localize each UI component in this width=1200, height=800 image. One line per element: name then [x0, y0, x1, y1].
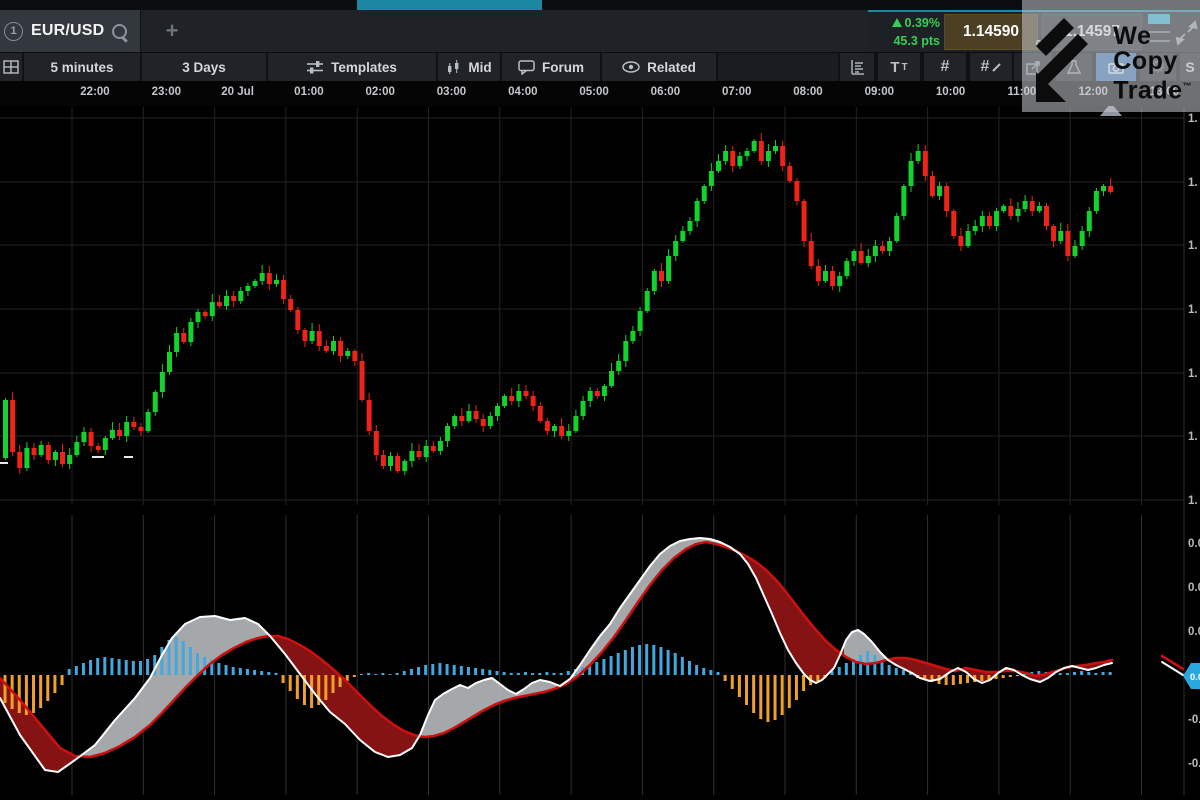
time-label: 03:00: [424, 86, 480, 98]
text-annotation-button[interactable]: T T: [878, 53, 920, 81]
forum-button[interactable]: Forum: [502, 53, 600, 81]
watermark-overlay: We Copy Trade™: [1022, 0, 1200, 112]
time-axis[interactable]: 22:00 23:00 20 Jul 01:00 02:00 03:00 04:00 05:0…: [0, 81, 1200, 106]
price-type-label: Mid: [468, 60, 491, 75]
eye-icon: [622, 61, 640, 73]
grid-toggle-button[interactable]: #: [924, 53, 966, 81]
svg-text:1.: 1.: [1188, 304, 1198, 316]
svg-text:0.0: 0.0: [1190, 672, 1200, 683]
accent-bar: [357, 0, 542, 10]
time-label: 08:00: [780, 86, 836, 98]
grid-hash-icon: #: [941, 58, 950, 76]
instrument-tab[interactable]: 1 EUR/USD: [0, 10, 141, 52]
price-chart[interactable]: 0.0 1. 1. 1. 1. 1. 1. 1. 0.0 0.0 0.0 -0. -0.: [0, 0, 1200, 800]
time-label: 23:00: [138, 86, 194, 98]
change-block: 0.39% 45.3 pts: [870, 14, 940, 50]
time-label: 05:00: [566, 86, 622, 98]
trading-app-window: 0.0 1. 1. 1. 1. 1. 1. 1. 0.0 0.0 0.0 -0. -0. 1 EUR/U…: [0, 0, 1200, 800]
search-icon[interactable]: [112, 24, 127, 39]
sliders-icon: [307, 60, 324, 74]
time-label: 07:00: [709, 86, 765, 98]
instrument-name: EUR/USD: [31, 22, 104, 40]
svg-text:0.0: 0.0: [1188, 582, 1200, 594]
time-label: 01:00: [281, 86, 337, 98]
window-top-strip: [0, 0, 1200, 10]
svg-text:0.0: 0.0: [1188, 538, 1200, 550]
chart-number-badge: 1: [4, 22, 23, 41]
layout-grid-button[interactable]: [0, 53, 22, 81]
watermark-text: We Copy Trade™: [1113, 24, 1192, 103]
pencil-icon: [992, 63, 1001, 72]
time-label: 22:00: [67, 86, 123, 98]
related-button[interactable]: Related: [602, 53, 716, 81]
toolbar-spacer: [718, 53, 838, 81]
text-tool-icon: T: [890, 59, 899, 76]
timeframe-button[interactable]: 5 minutes: [24, 53, 140, 81]
time-label: 04:00: [495, 86, 551, 98]
candlestick-icon: [446, 60, 461, 75]
timeframe-label: 5 minutes: [50, 60, 113, 75]
forum-label: Forum: [542, 60, 584, 75]
chart-toolbar: 5 minutes 3 Days Templates Mid Forum Rel…: [0, 53, 1200, 81]
svg-text:1.: 1.: [1188, 177, 1198, 189]
speech-bubble-icon: [518, 60, 535, 75]
change-percent: 0.39%: [905, 16, 940, 30]
svg-text:1.: 1.: [1188, 113, 1198, 125]
range-label: 3 Days: [182, 60, 226, 75]
svg-text:1.: 1.: [1188, 431, 1198, 443]
svg-text:-0.: -0.: [1188, 714, 1200, 726]
time-label: 02:00: [352, 86, 408, 98]
svg-text:-0.: -0.: [1188, 758, 1200, 770]
layout-grid-icon: [3, 60, 19, 74]
draw-tools-button[interactable]: #: [970, 53, 1012, 81]
templates-button[interactable]: Templates: [268, 53, 436, 81]
time-label: 06:00: [637, 86, 693, 98]
up-triangle-icon: [892, 18, 902, 27]
depth-icon: [850, 60, 865, 75]
price-type-button[interactable]: Mid: [438, 53, 500, 81]
range-button[interactable]: 3 Days: [142, 53, 266, 81]
time-label: 20 Jul: [210, 86, 266, 98]
svg-text:1.: 1.: [1188, 495, 1198, 507]
watermark-logo-icon: [1028, 10, 1112, 102]
templates-label: Templates: [331, 60, 397, 75]
depth-button[interactable]: [840, 53, 874, 81]
svg-text:1.: 1.: [1188, 368, 1198, 380]
top-bar: 1 EUR/USD + 0.39% 45.3 pts 1.14590 1.145…: [0, 10, 1200, 53]
svg-text:1.: 1.: [1188, 240, 1198, 252]
svg-text:0.0: 0.0: [1188, 626, 1200, 638]
related-label: Related: [647, 60, 696, 75]
time-label: 10:00: [923, 86, 979, 98]
draw-hash-icon: #: [981, 58, 990, 76]
time-label: 09:00: [851, 86, 907, 98]
text-tool-small-icon: T: [902, 62, 908, 73]
new-chart-tab-button[interactable]: +: [142, 10, 202, 52]
change-points: 45.3 pts: [870, 32, 940, 50]
